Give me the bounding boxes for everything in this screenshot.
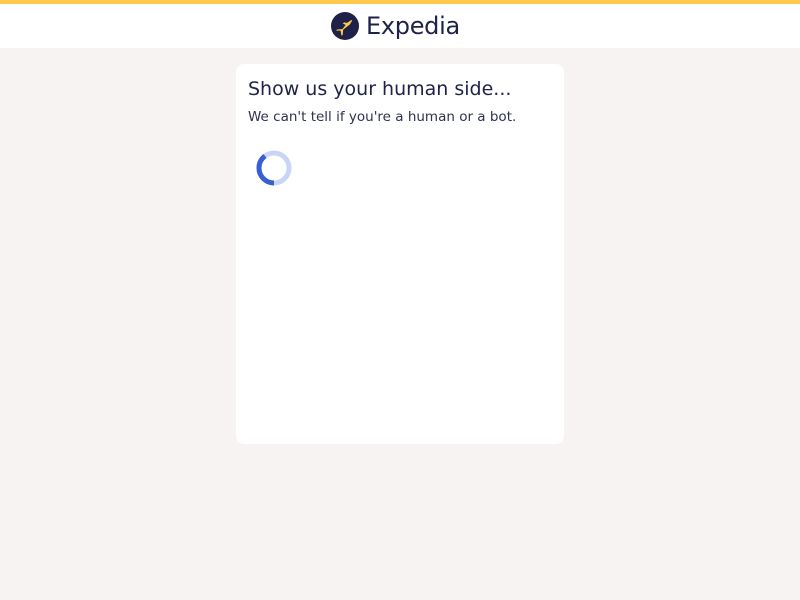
human-verification-card: Show us your human side... We can't tell… bbox=[236, 64, 564, 444]
site-header: Expedia bbox=[0, 4, 800, 48]
page-title: Show us your human side... bbox=[248, 78, 512, 100]
brand-name: Expedia bbox=[366, 12, 460, 40]
page-subtitle: We can't tell if you're a human or a bot… bbox=[248, 109, 517, 125]
expedia-logo[interactable]: Expedia bbox=[330, 11, 460, 41]
plane-logo-icon bbox=[330, 11, 360, 41]
loading-spinner-icon bbox=[256, 150, 292, 186]
